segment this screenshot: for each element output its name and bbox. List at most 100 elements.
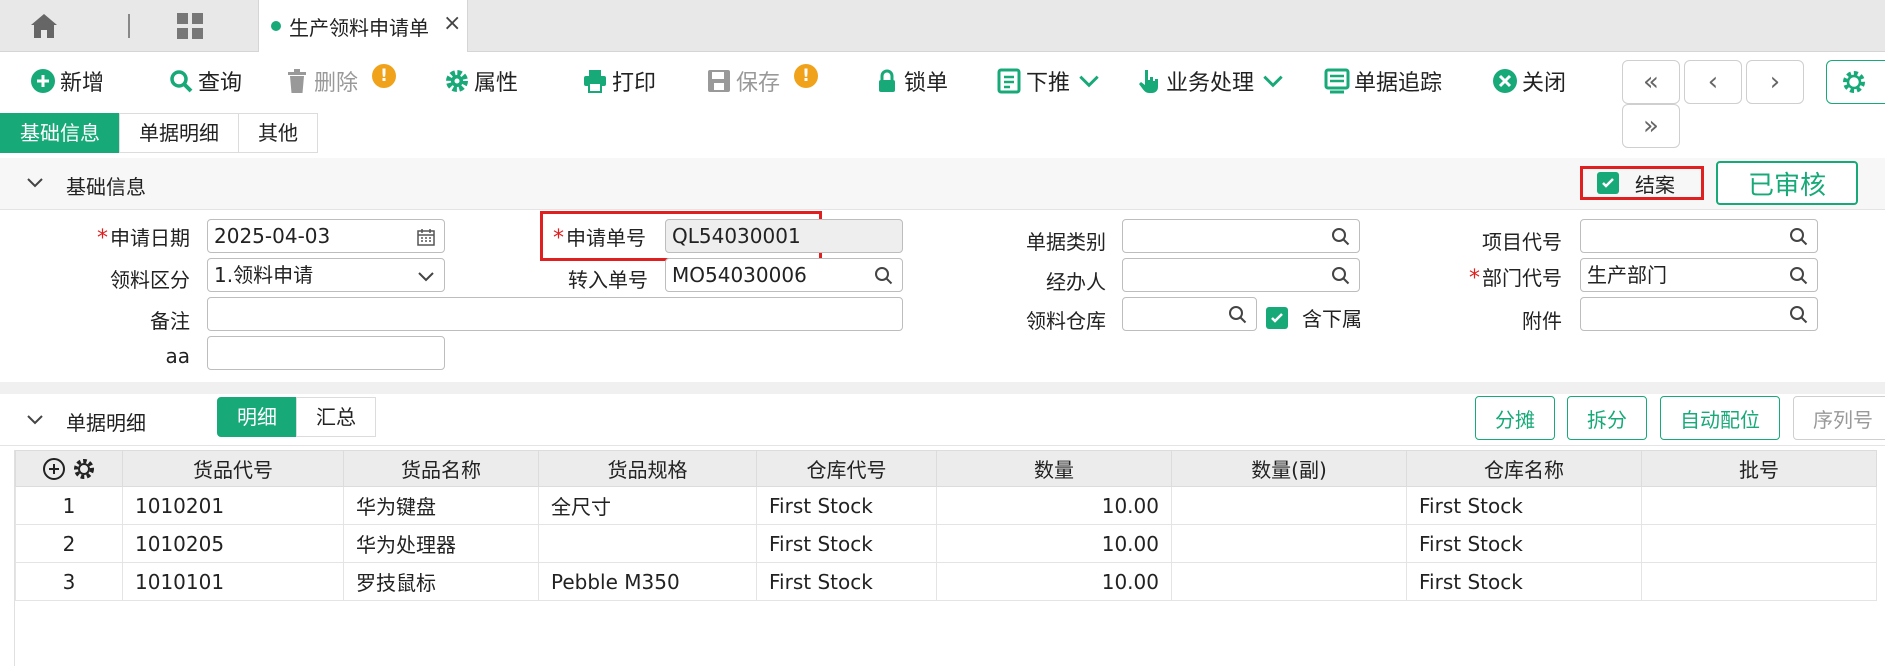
split-button[interactable]: 拆分 <box>1567 396 1647 440</box>
chevron-down-icon[interactable] <box>26 413 44 427</box>
close-button[interactable]: 关闭 <box>1492 64 1566 98</box>
tab-detail[interactable]: 单据明细 <box>119 113 239 153</box>
allocate-button[interactable]: 分摊 <box>1475 396 1555 440</box>
col-warehouse-name[interactable]: 仓库名称 <box>1406 450 1642 487</box>
prev-record-button[interactable]: ‹ <box>1684 60 1742 104</box>
cell-item-spec[interactable] <box>538 524 757 563</box>
search-icon[interactable] <box>1331 266 1351 286</box>
gear-icon[interactable] <box>72 457 96 481</box>
tab-divider <box>128 14 130 38</box>
apply-date-field[interactable]: 2025-04-03 <box>207 219 445 253</box>
search-icon[interactable] <box>1331 227 1351 247</box>
cell-quantity[interactable]: 10.00 <box>936 524 1172 563</box>
add-row-icon[interactable] <box>42 457 66 481</box>
col-quantity-secondary[interactable]: 数量(副) <box>1171 450 1407 487</box>
cell-quantity[interactable]: 10.00 <box>936 486 1172 525</box>
cell-item-spec[interactable]: 全尺寸 <box>538 486 757 525</box>
first-record-button[interactable]: « <box>1622 60 1680 104</box>
grid-icon[interactable] <box>176 12 204 40</box>
warehouse-field[interactable] <box>1122 297 1257 331</box>
cell-item-name[interactable]: 华为键盘 <box>343 486 539 525</box>
cell-warehouse-code[interactable]: First Stock <box>756 486 937 525</box>
serial-number-button[interactable]: 序列号 <box>1793 396 1885 440</box>
view-detail-tab[interactable]: 明细 <box>217 397 297 437</box>
col-item-spec[interactable]: 货品规格 <box>538 450 757 487</box>
print-button[interactable]: 打印 <box>582 64 656 98</box>
cell-warehouse-name[interactable]: First Stock <box>1406 524 1642 563</box>
dept-field[interactable]: 生产部门 <box>1580 258 1818 292</box>
lock-button[interactable]: 锁单 <box>874 64 948 98</box>
cell-warehouse-code[interactable]: First Stock <box>756 562 937 601</box>
doc-type-field[interactable] <box>1122 219 1360 253</box>
cell-item-name[interactable]: 罗技鼠标 <box>343 562 539 601</box>
last-record-button[interactable]: » <box>1622 104 1680 148</box>
section-tabs: 基础信息 单据明细 其他 <box>0 113 318 153</box>
cell-warehouse-code[interactable]: First Stock <box>756 524 937 563</box>
cell-item-code[interactable]: 1010201 <box>122 486 344 525</box>
calendar-icon[interactable] <box>416 227 436 247</box>
add-button[interactable]: 新增 <box>30 64 104 98</box>
cell-item-code[interactable]: 1010205 <box>122 524 344 563</box>
apply-no-field[interactable]: QL54030001 <box>665 219 903 253</box>
cell-item-spec[interactable]: Pebble M350 <box>538 562 757 601</box>
cell-item-name[interactable]: 华为处理器 <box>343 524 539 563</box>
include-sub-checkbox[interactable]: 含下属 <box>1266 303 1362 332</box>
business-dropdown[interactable]: 业务处理 <box>1136 64 1290 98</box>
col-batch-no[interactable]: 批号 <box>1641 450 1877 487</box>
table-row[interactable]: 2 1010205 华为处理器 First Stock 10.00 First … <box>15 524 1877 563</box>
cell-batch-no[interactable] <box>1641 524 1877 563</box>
transfer-no-field[interactable]: MO54030006 <box>665 258 903 292</box>
settings-button[interactable] <box>1826 60 1885 104</box>
tab-other[interactable]: 其他 <box>238 113 318 153</box>
home-icon[interactable] <box>28 11 60 41</box>
trace-icon <box>1324 68 1350 94</box>
doc-type-label: 单据类别 <box>1026 230 1106 254</box>
delete-button[interactable]: 删除 ! <box>284 64 397 98</box>
query-button[interactable]: 查询 <box>168 64 242 98</box>
grid-tools-cell <box>15 450 123 487</box>
remark-field[interactable] <box>207 297 903 331</box>
next-record-button[interactable]: › <box>1746 60 1804 104</box>
search-icon[interactable] <box>874 266 894 286</box>
search-icon[interactable] <box>1789 305 1809 325</box>
push-down-dropdown[interactable]: 下推 <box>996 64 1106 98</box>
attachment-field[interactable] <box>1580 297 1818 331</box>
close-case-checkbox[interactable]: 结案 <box>1580 166 1704 200</box>
cell-quantity-secondary[interactable] <box>1171 562 1407 601</box>
table-row[interactable]: 3 1010101 罗技鼠标 Pebble M350 First Stock 1… <box>15 562 1877 601</box>
table-row[interactable]: 1 1010201 华为键盘 全尺寸 First Stock 10.00 Fir… <box>15 486 1877 525</box>
properties-label: 属性 <box>474 71 519 96</box>
col-item-code[interactable]: 货品代号 <box>122 450 344 487</box>
properties-button[interactable]: 属性 <box>444 64 518 98</box>
document-tab[interactable]: 生产领料申请单 × <box>258 0 468 52</box>
hand-pointer-icon <box>1139 70 1158 93</box>
cell-quantity-secondary[interactable] <box>1171 524 1407 563</box>
search-icon[interactable] <box>1789 266 1809 286</box>
col-item-name[interactable]: 货品名称 <box>343 450 539 487</box>
tab-basic-info[interactable]: 基础信息 <box>0 113 120 153</box>
search-icon[interactable] <box>1228 305 1248 325</box>
cell-item-code[interactable]: 1010101 <box>122 562 344 601</box>
aa-field[interactable] <box>207 336 445 370</box>
cell-warehouse-name[interactable]: First Stock <box>1406 562 1642 601</box>
cell-batch-no[interactable] <box>1641 562 1877 601</box>
category-select[interactable]: 1.领料申请 <box>207 258 445 292</box>
cell-quantity[interactable]: 10.00 <box>936 562 1172 601</box>
col-quantity[interactable]: 数量 <box>936 450 1172 487</box>
close-tab-icon[interactable]: × <box>443 11 461 36</box>
save-button[interactable]: 保存 ! <box>706 64 819 98</box>
chevron-down-icon[interactable] <box>26 176 44 190</box>
auto-allocate-location-button[interactable]: 自动配位 <box>1660 396 1780 440</box>
apply-date-label: * 申请日期 <box>97 226 190 251</box>
project-field[interactable] <box>1580 219 1818 253</box>
tab-bar: 生产领料申请单 × <box>0 0 1885 52</box>
cell-quantity-secondary[interactable] <box>1171 486 1407 525</box>
search-icon[interactable] <box>1789 227 1809 247</box>
printer-icon <box>584 70 606 93</box>
cell-batch-no[interactable] <box>1641 486 1877 525</box>
trace-button[interactable]: 单据追踪 <box>1324 64 1442 98</box>
col-warehouse-code[interactable]: 仓库代号 <box>756 450 937 487</box>
cell-warehouse-name[interactable]: First Stock <box>1406 486 1642 525</box>
view-summary-tab[interactable]: 汇总 <box>296 397 376 437</box>
handler-field[interactable] <box>1122 258 1360 292</box>
